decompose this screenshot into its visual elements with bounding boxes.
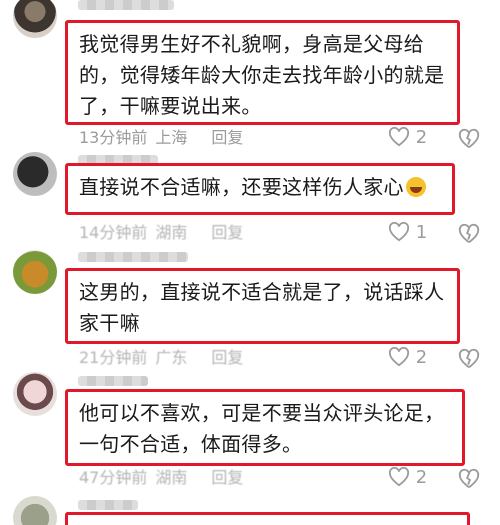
heart-icon xyxy=(388,346,410,367)
avatar[interactable] xyxy=(13,152,57,196)
like-count: 2 xyxy=(415,347,428,368)
like-button[interactable]: 2 xyxy=(388,346,428,370)
comment-time: 47分钟前 xyxy=(79,468,148,487)
heart-icon xyxy=(388,126,410,147)
broken-heart-icon[interactable] xyxy=(458,128,480,150)
avatar[interactable] xyxy=(13,250,57,294)
comment-meta: 47分钟前 湖南 回复 xyxy=(79,468,251,488)
reply-button[interactable]: 回复 xyxy=(211,223,243,242)
comment-highlight-box xyxy=(65,512,470,525)
username-blurred[interactable] xyxy=(78,252,188,262)
comment-text: 他可以不喜欢，可是不要当众评头论足，一句不合适，体面得多。 xyxy=(79,401,445,456)
username-blurred[interactable] xyxy=(78,0,174,10)
comment-time: 14分钟前 xyxy=(79,223,148,242)
comment-meta: 21分钟前 广东 回复 xyxy=(79,348,251,368)
comment-text: 这男的，直接说不适合就是了，说话踩人家干嘛 xyxy=(79,280,445,335)
broken-heart-icon[interactable] xyxy=(458,348,480,370)
avatar[interactable] xyxy=(13,496,57,525)
reply-button[interactable]: 回复 xyxy=(211,128,243,147)
comment-highlight-box: 这男的，直接说不适合就是了，说话踩人家干嘛 xyxy=(65,268,460,344)
reply-button[interactable]: 回复 xyxy=(211,348,243,367)
broken-heart-icon[interactable] xyxy=(458,468,480,490)
broken-heart-icon[interactable] xyxy=(458,223,480,245)
comment-location: 湖南 xyxy=(155,223,188,242)
like-button[interactable]: 2 xyxy=(388,126,428,150)
comment-highlight-box: 他可以不喜欢，可是不要当众评头论足，一句不合适，体面得多。 xyxy=(65,389,465,466)
username-blurred[interactable] xyxy=(78,376,148,386)
comment-text: 直接说不合适嘛，还要这样伤人家心 xyxy=(79,172,444,203)
like-count: 1 xyxy=(415,222,428,243)
heart-icon xyxy=(388,466,410,487)
comment-time: 21分钟前 xyxy=(79,348,148,367)
heart-icon xyxy=(388,221,410,242)
like-count: 2 xyxy=(415,127,428,148)
like-button[interactable]: 2 xyxy=(388,466,428,490)
username-blurred[interactable] xyxy=(78,500,138,510)
comment-meta: 13分钟前 上海 回复 xyxy=(79,128,251,148)
like-button[interactable]: 1 xyxy=(388,221,428,245)
comment-highlight-box: 我觉得男生好不礼貌啊，身高是父母给的，觉得矮年龄大你走去找年龄小的就是了，干嘛要… xyxy=(65,20,460,125)
comment-location: 广东 xyxy=(155,348,188,367)
comment-meta: 14分钟前 湖南 回复 xyxy=(79,223,251,243)
comment-location: 上海 xyxy=(155,128,188,147)
avatar[interactable] xyxy=(13,372,57,416)
like-count: 2 xyxy=(415,467,428,488)
reply-button[interactable]: 回复 xyxy=(211,468,243,487)
avatar[interactable] xyxy=(13,0,57,38)
comment-location: 湖南 xyxy=(155,468,188,487)
laughing-emoji-icon xyxy=(405,177,426,197)
comment-text: 我觉得男生好不礼貌啊，身高是父母给的，觉得矮年龄大你走去找年龄小的就是了，干嘛要… xyxy=(79,32,445,118)
comment-time: 13分钟前 xyxy=(79,128,148,147)
comment-highlight-box: 直接说不合适嘛，还要这样伤人家心 xyxy=(65,163,455,215)
